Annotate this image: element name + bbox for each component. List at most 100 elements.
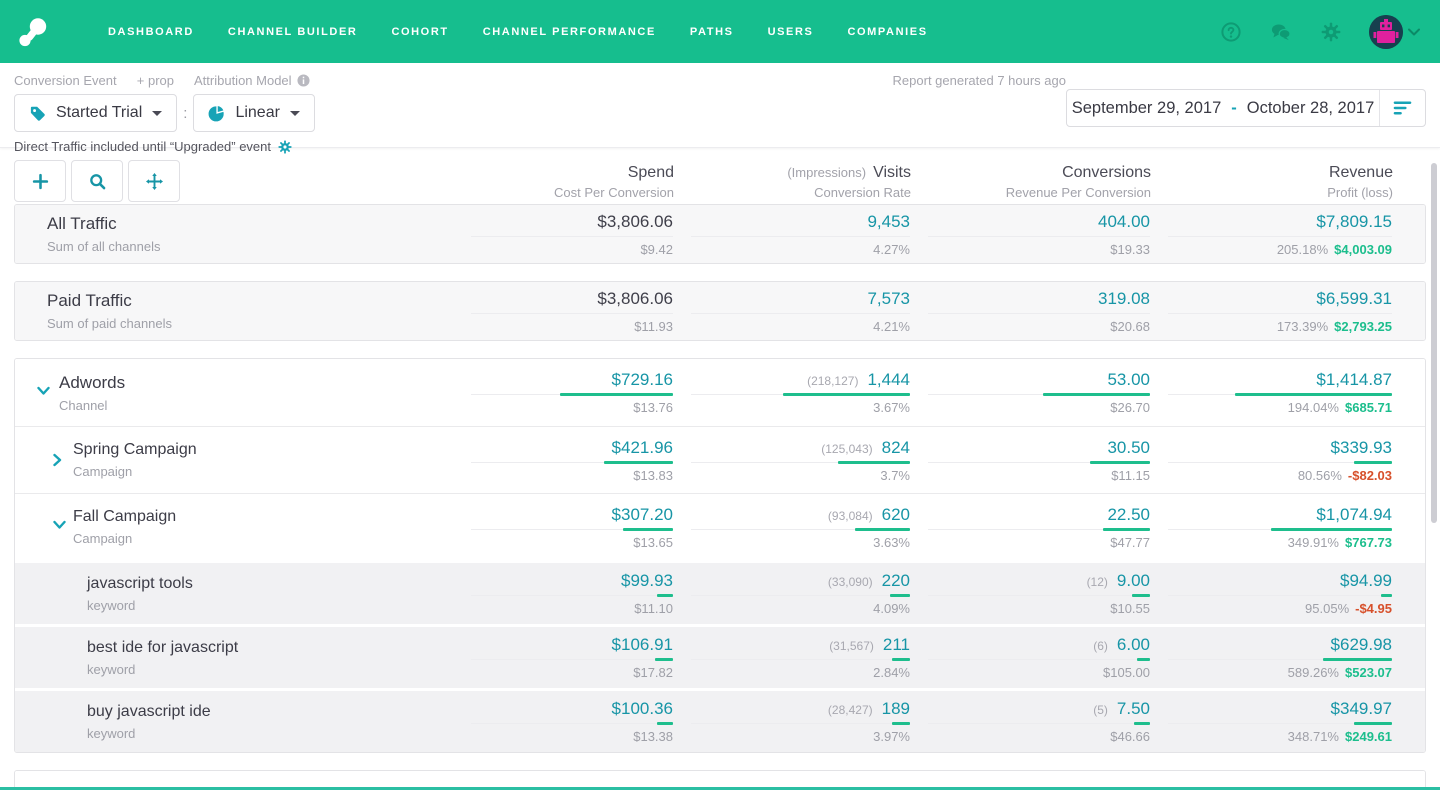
metric-value[interactable]: $94.99	[1340, 571, 1392, 591]
profit-value: -$82.03	[1348, 468, 1392, 483]
metric-bar	[892, 722, 910, 725]
metric-value[interactable]: 7,573	[867, 289, 910, 309]
metric-value[interactable]: 30.50	[1107, 438, 1150, 458]
conversion-event-dropdown[interactable]: Started Trial	[14, 94, 177, 132]
metric-sub-value: $46.66	[1110, 729, 1150, 744]
metric-value[interactable]: 824	[882, 438, 910, 458]
attribution-model-dropdown[interactable]: Linear	[193, 94, 314, 132]
table-row[interactable]: javascript toolskeyword$99.93$11.10(33,0…	[15, 560, 1425, 624]
direct-traffic-note: Direct Traffic included until “Upgraded”…	[14, 139, 271, 154]
metric-value[interactable]: $629.98	[1331, 635, 1392, 655]
date-range-picker[interactable]: September 29, 2017 - October 28, 2017	[1066, 89, 1426, 127]
metric-cell: $3,806.06$9.42	[453, 212, 673, 257]
table-row[interactable]: Fall CampaignCampaign$307.20$13.65(93,08…	[15, 493, 1425, 560]
metric-cell: (5)7.50$46.66	[910, 699, 1150, 744]
metric-bar-track	[691, 461, 910, 464]
metric-value[interactable]: $6,599.31	[1316, 289, 1392, 309]
metric-value[interactable]: 9.00	[1117, 571, 1150, 591]
add-prop-link[interactable]: + prop	[137, 73, 174, 88]
scrollbar-thumb[interactable]	[1431, 163, 1437, 523]
table-row[interactable]: best ide for javascriptkeyword$106.91$17…	[15, 624, 1425, 688]
metric-value[interactable]: 7.50	[1117, 699, 1150, 719]
metric-value[interactable]: 404.00	[1098, 212, 1150, 232]
metric-bar	[623, 528, 674, 531]
chevron-right-icon[interactable]	[53, 454, 66, 467]
metric-bar-track	[471, 461, 673, 464]
metric-value[interactable]: $421.96	[612, 438, 673, 458]
metric-value[interactable]: 211	[883, 635, 910, 655]
metric-value[interactable]: $307.20	[612, 505, 673, 525]
note-settings-gear-icon[interactable]	[278, 140, 292, 154]
table-row[interactable]: Spring CampaignCampaign$421.96$13.83(125…	[15, 426, 1425, 493]
header-conversions[interactable]: Conversions Revenue Per Conversion	[911, 160, 1151, 200]
row-name-block: Fall CampaignCampaign	[15, 508, 176, 546]
metric-sub-line: $47.77	[928, 535, 1150, 550]
nav-item-channel-performance[interactable]: CHANNEL PERFORMANCE	[483, 26, 656, 38]
table-row[interactable]: buy javascript idekeyword$100.36$13.38(2…	[15, 688, 1425, 752]
metric-value[interactable]: $1,074.94	[1316, 505, 1392, 525]
metric-value[interactable]: 1,444	[867, 370, 910, 390]
move-button[interactable]	[128, 160, 180, 202]
metric-value[interactable]: 9,453	[867, 212, 910, 232]
metric-value[interactable]: $1,414.87	[1316, 370, 1392, 390]
metric-pre-value: (31,567)	[829, 639, 874, 653]
metric-value[interactable]: $349.97	[1331, 699, 1392, 719]
nav-item-cohort[interactable]: COHORT	[391, 26, 448, 38]
metric-cell: $1,074.94349.91%$767.73	[1150, 505, 1392, 550]
metric-value[interactable]: $100.36	[612, 699, 673, 719]
metric-bar	[655, 658, 673, 661]
metric-value[interactable]: $3,806.06	[597, 212, 673, 232]
header-visits[interactable]: (Impressions)Visits Conversion Rate	[674, 160, 911, 200]
header-revenue[interactable]: Revenue Profit (loss)	[1151, 160, 1393, 200]
metric-value[interactable]: $339.93	[1331, 438, 1392, 458]
nav-item-users[interactable]: USERS	[768, 26, 814, 38]
chevron-down-icon[interactable]	[37, 386, 50, 399]
search-button[interactable]	[71, 160, 123, 202]
chevron-down-icon[interactable]	[53, 521, 66, 534]
metric-value[interactable]: $99.93	[621, 571, 673, 591]
metric-value[interactable]: $7,809.15	[1316, 212, 1392, 232]
metric-value[interactable]: $3,806.06	[597, 289, 673, 309]
add-button[interactable]	[14, 160, 66, 202]
date-start[interactable]: September 29, 2017	[1072, 99, 1222, 118]
metric-main-line: $100.36	[471, 699, 673, 719]
metric-value[interactable]: $106.91	[612, 635, 673, 655]
attribution-logo-icon[interactable]	[18, 17, 48, 47]
chat-icon[interactable]	[1271, 22, 1291, 42]
metric-value[interactable]: 220	[882, 571, 910, 591]
avatar[interactable]	[1369, 15, 1403, 49]
table-row[interactable]: AdwordsChannel$729.16$13.76(218,127)1,44…	[15, 359, 1425, 426]
nav-item-dashboard[interactable]: DASHBOARD	[108, 26, 194, 38]
date-options-button[interactable]	[1379, 90, 1425, 126]
date-end[interactable]: October 28, 2017	[1247, 99, 1375, 118]
metric-value[interactable]: $729.16	[612, 370, 673, 390]
move-arrows-icon	[146, 173, 163, 190]
metric-bar-track	[691, 393, 910, 396]
metric-value[interactable]: 620	[882, 505, 910, 525]
metric-main-line: (33,090)220	[691, 571, 910, 591]
metric-value[interactable]: 319.08	[1098, 289, 1150, 309]
row-title: Spring Campaign	[73, 441, 197, 459]
header-spend[interactable]: Spend Cost Per Conversion	[454, 160, 674, 200]
metric-sub-line: $20.68	[928, 319, 1150, 334]
metric-bar	[890, 594, 910, 597]
user-menu[interactable]	[1369, 15, 1420, 49]
metric-value[interactable]: 189	[882, 699, 910, 719]
nav-item-channel-builder[interactable]: CHANNEL BUILDER	[228, 26, 358, 38]
row-card: All TrafficSum of all channels$3,806.06$…	[14, 204, 1426, 264]
info-icon[interactable]	[297, 74, 310, 87]
metric-bar-track	[691, 722, 910, 725]
table-row[interactable]: Paid TrafficSum of paid channels$3,806.0…	[15, 282, 1425, 340]
metric-value[interactable]: 22.50	[1107, 505, 1150, 525]
metric-sub-line: $13.76	[471, 400, 673, 415]
metric-bar-track	[1168, 722, 1392, 725]
metric-cell: $7,809.15205.18%$4,003.09	[1150, 212, 1392, 257]
metric-sub-line: 4.09%	[691, 601, 910, 616]
nav-item-paths[interactable]: PATHS	[690, 26, 734, 38]
help-icon[interactable]	[1221, 22, 1241, 42]
gear-icon[interactable]	[1321, 22, 1341, 42]
table-row[interactable]: All TrafficSum of all channels$3,806.06$…	[15, 205, 1425, 263]
metric-value[interactable]: 53.00	[1107, 370, 1150, 390]
nav-item-companies[interactable]: COMPANIES	[847, 26, 927, 38]
metric-value[interactable]: 6.00	[1117, 635, 1150, 655]
